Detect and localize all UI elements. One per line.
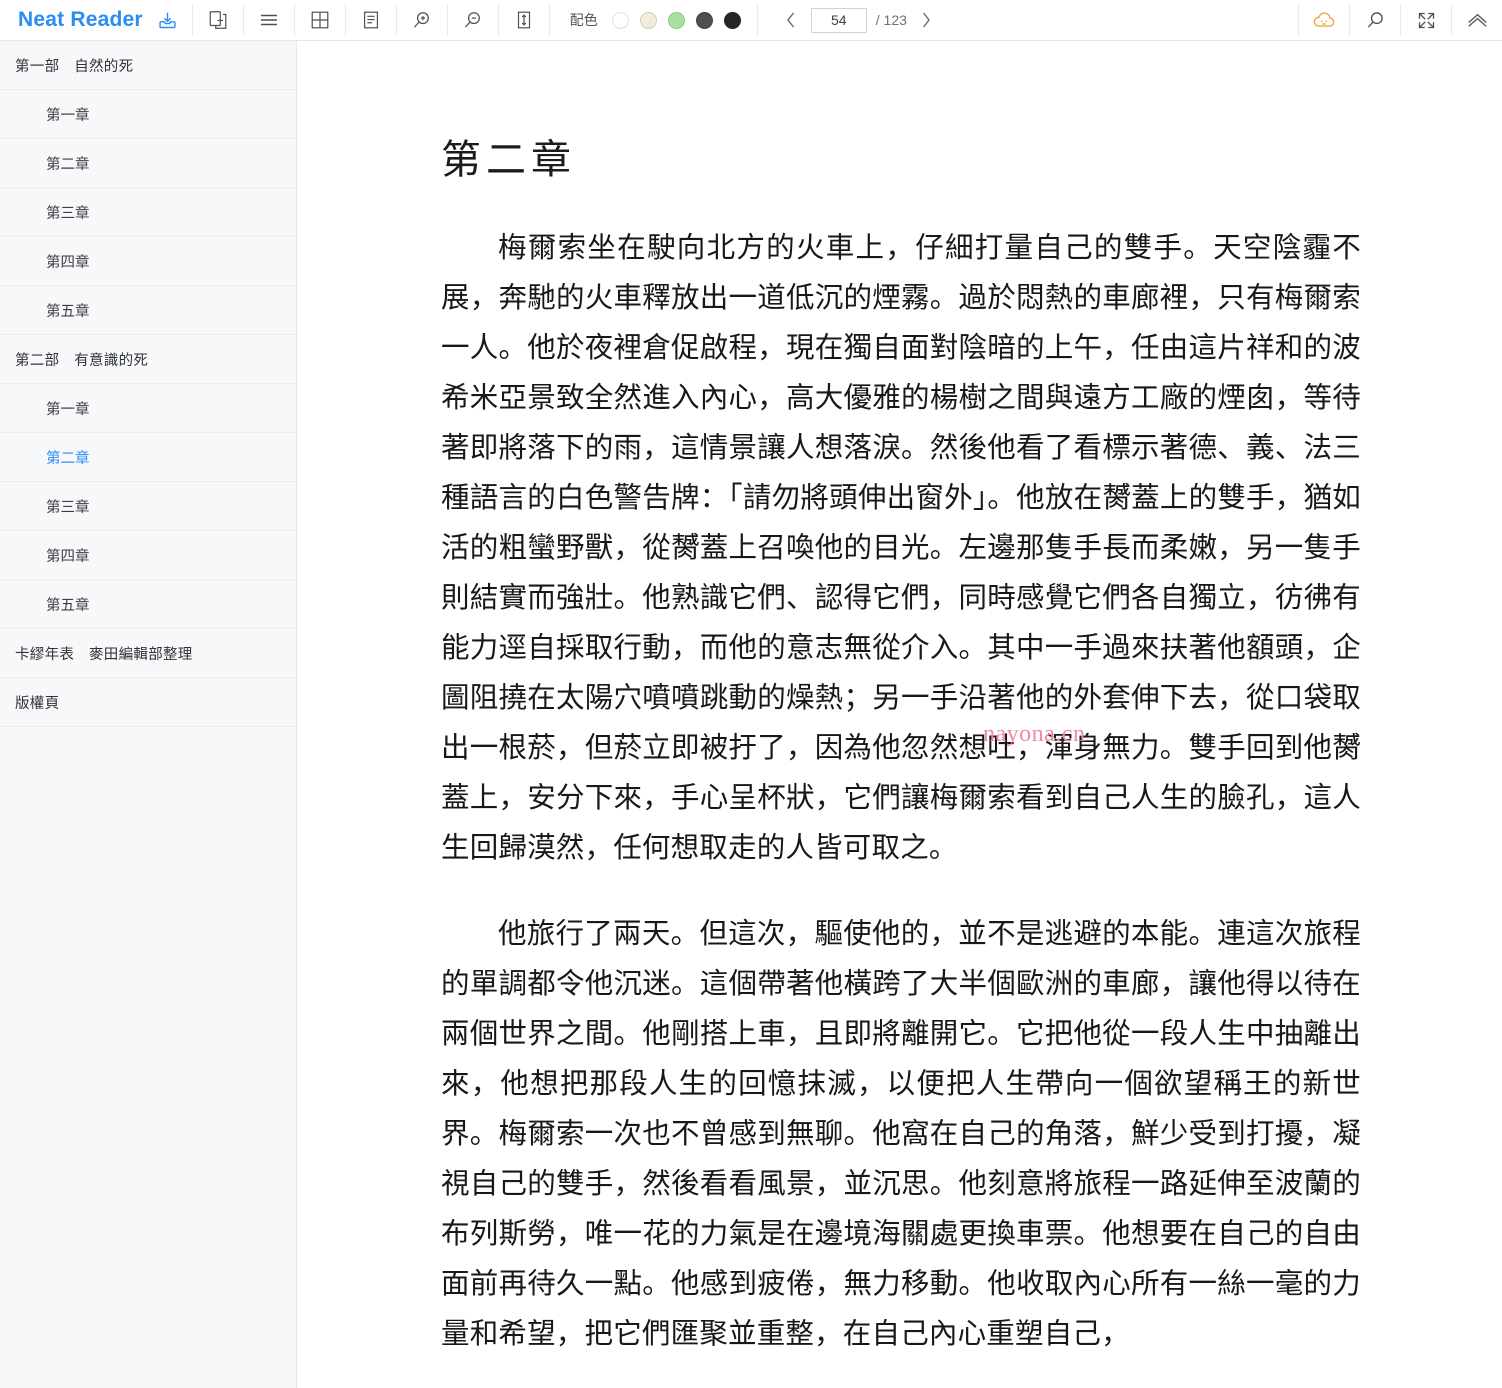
- toc-label: 第五章: [46, 597, 90, 614]
- swatch-green[interactable]: [667, 11, 685, 29]
- fit-height-icon[interactable]: [499, 0, 549, 40]
- page-number-input[interactable]: [810, 7, 867, 33]
- two-page-spread-icon[interactable]: [193, 0, 243, 40]
- page-total-label: / 123: [875, 12, 907, 28]
- swatch-dark-gray[interactable]: [695, 11, 713, 29]
- toolbar-view-buttons: [193, 0, 549, 40]
- toc-label: 版權頁: [15, 695, 60, 712]
- search-icon[interactable]: [1350, 0, 1400, 40]
- toc-label: 第一部 自然的死: [15, 58, 134, 75]
- toc-label: 第二章: [46, 450, 90, 467]
- toc-item-part-2[interactable]: 第二部 有意識的死: [0, 335, 296, 384]
- toc-item-p2-ch4[interactable]: 第四章: [0, 531, 296, 580]
- toc-item-p2-ch5[interactable]: 第五章: [0, 580, 296, 629]
- toc-item-p2-ch2[interactable]: 第二章: [0, 433, 296, 482]
- chapter-heading: 第二章: [441, 137, 576, 182]
- prev-page-button[interactable]: [780, 7, 802, 33]
- toc-label: 第二部 有意識的死: [15, 352, 149, 369]
- toc-item-copyright[interactable]: 版權頁: [0, 678, 296, 727]
- top-toolbar: Neat Reader 配色 54 / 123: [0, 0, 1502, 41]
- hamburger-menu-icon[interactable]: [244, 0, 294, 40]
- color-theme-palette: 配色: [550, 0, 757, 40]
- toc-label: 第三章: [46, 499, 90, 516]
- zoom-in-icon[interactable]: [397, 0, 447, 40]
- toc-item-p1-ch5[interactable]: 第五章: [0, 286, 296, 335]
- toc-item-p1-ch2[interactable]: 第二章: [0, 139, 296, 188]
- toc-item-p1-ch1[interactable]: 第一章: [0, 90, 296, 139]
- paragraph-1: 梅爾索坐在駛向北方的火車上，仔細打量自己的雙手。天空陰霾不展，奔馳的火車釋放出一…: [441, 233, 1361, 864]
- toc-item-p2-ch3[interactable]: 第三章: [0, 482, 296, 531]
- toc-item-p1-ch4[interactable]: 第四章: [0, 237, 296, 286]
- toc-label: 第四章: [46, 254, 90, 271]
- reader-pane[interactable]: 第二章 梅爾索坐在駛向北方的火車上，仔細打量自己的雙手。天空陰霾不展，奔馳的火車…: [297, 41, 1502, 1388]
- table-of-contents-sidebar[interactable]: 第一部 自然的死 第一章 第二章 第三章 第四章 第五章 第二部 有意識的死 第…: [0, 41, 297, 1388]
- swatch-cream[interactable]: [639, 11, 657, 29]
- save-download-icon[interactable]: [157, 0, 178, 40]
- zoom-out-icon[interactable]: [448, 0, 498, 40]
- palette-label: 配色: [569, 12, 598, 28]
- toolbar-right-group: [1298, 0, 1502, 40]
- app-title: Neat Reader: [18, 8, 143, 31]
- toc-label: 第四章: [46, 548, 90, 565]
- toc-label: 第五章: [46, 303, 90, 320]
- toc-item-part-1[interactable]: 第一部 自然的死: [0, 41, 296, 90]
- toc-label: 第二章: [46, 156, 90, 173]
- book-page-content: 第二章 梅爾索坐在駛向北方的火車上，仔細打量自己的雙手。天空陰霾不展，奔馳的火車…: [441, 41, 1361, 1388]
- toc-label: 卡繆年表 麥田編輯部整理: [15, 646, 193, 663]
- reader-stage: 第一部 自然的死 第一章 第二章 第三章 第四章 第五章 第二部 有意識的死 第…: [0, 41, 1502, 1388]
- grid-layout-icon[interactable]: [295, 0, 345, 40]
- single-column-icon[interactable]: [346, 0, 396, 40]
- app-brand: Neat Reader: [0, 0, 192, 40]
- page-navigation: / 123: [758, 0, 956, 40]
- toc-item-p1-ch3[interactable]: 第三章: [0, 188, 296, 237]
- toc-label: 第一章: [46, 107, 90, 124]
- swatch-black[interactable]: [723, 11, 741, 29]
- fullscreen-icon[interactable]: [1401, 0, 1451, 40]
- paragraph-2: 他旅行了兩天。但這次，驅使他的，並不是逃避的本能。連這次旅程的單調都令他沉迷。這…: [441, 919, 1361, 1350]
- toc-item-chronology[interactable]: 卡繆年表 麥田編輯部整理: [0, 629, 296, 678]
- toc-label: 第三章: [46, 205, 90, 222]
- swatch-white[interactable]: [611, 11, 629, 29]
- collapse-up-icon[interactable]: [1452, 0, 1502, 40]
- next-page-button[interactable]: [916, 7, 938, 33]
- toc-label: 第一章: [46, 401, 90, 418]
- toc-item-p2-ch1[interactable]: 第一章: [0, 384, 296, 433]
- cloud-sync-icon[interactable]: [1299, 0, 1349, 40]
